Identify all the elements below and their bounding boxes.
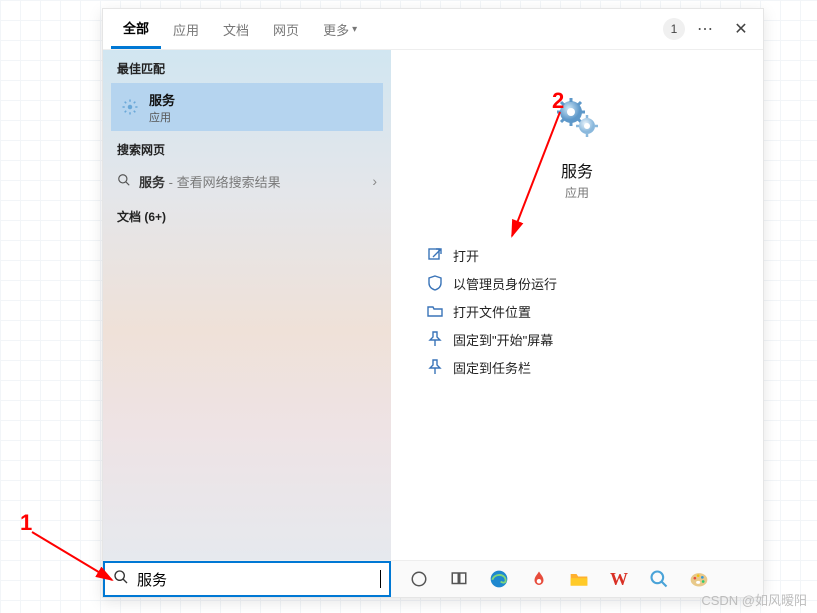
- tab-more[interactable]: 更多 ▾: [311, 9, 369, 49]
- tab-apps[interactable]: 应用: [161, 9, 211, 49]
- wps-icon[interactable]: W: [609, 569, 629, 589]
- web-search-term: 服务: [139, 175, 165, 190]
- watermark: CSDN @如风暧阳: [701, 590, 807, 609]
- web-search-desc: - 查看网络搜索结果: [165, 175, 281, 190]
- search-window: 全部 应用 文档 网页 更多 ▾ 1 ⋯ ✕ 最佳匹配 服务 应用: [102, 8, 764, 598]
- tab-web[interactable]: 网页: [261, 9, 311, 49]
- action-label: 以管理员身份运行: [453, 274, 557, 293]
- edge-icon[interactable]: [489, 569, 509, 589]
- pin-icon: [427, 359, 443, 375]
- annotation-2: 2: [552, 88, 564, 114]
- tab-all[interactable]: 全部: [111, 9, 161, 49]
- notification-badge[interactable]: 1: [663, 18, 685, 40]
- action-pin-start[interactable]: 固定到"开始"屏幕: [421, 325, 763, 353]
- search-box[interactable]: [103, 561, 391, 597]
- close-button[interactable]: ✕: [725, 13, 757, 45]
- search-input[interactable]: [135, 570, 374, 589]
- action-label: 打开文件位置: [453, 302, 531, 321]
- web-search-header: 搜索网页: [103, 131, 391, 164]
- tab-documents[interactable]: 文档: [211, 9, 261, 49]
- search-tabs: 全部 应用 文档 网页 更多 ▾ 1 ⋯ ✕: [103, 9, 763, 49]
- paint-icon[interactable]: [689, 569, 709, 589]
- pin-icon: [427, 331, 443, 347]
- annotation-1: 1: [20, 510, 32, 536]
- action-list: 打开 以管理员身份运行 打开文件位置 固定到"开始"屏幕 固定到任务栏: [391, 241, 763, 381]
- action-label: 固定到"开始"屏幕: [453, 330, 553, 349]
- folder-icon: [427, 303, 443, 319]
- detail-subtitle: 应用: [565, 184, 589, 201]
- documents-header[interactable]: 文档 (6+): [103, 198, 391, 231]
- bottom-bar: W: [103, 560, 763, 597]
- best-match-header: 最佳匹配: [103, 50, 391, 83]
- more-options-icon[interactable]: ⋯: [693, 19, 717, 39]
- action-open[interactable]: 打开: [421, 241, 763, 269]
- cortana-icon[interactable]: [409, 569, 429, 589]
- detail-panel: 服务 应用 打开 以管理员身份运行 打开文件位置 固定到"开始"屏幕: [391, 50, 763, 560]
- chevron-down-icon: ▾: [352, 24, 357, 35]
- magnifier-icon[interactable]: [649, 569, 669, 589]
- web-search-item[interactable]: 服务 - 查看网络搜索结果 ›: [103, 164, 391, 198]
- tab-more-label: 更多: [323, 20, 349, 39]
- best-match-item[interactable]: 服务 应用: [111, 83, 383, 131]
- chevron-right-icon: ›: [372, 173, 377, 189]
- best-match-title: 服务: [149, 90, 175, 109]
- action-open-location[interactable]: 打开文件位置: [421, 297, 763, 325]
- action-label: 固定到任务栏: [453, 358, 531, 377]
- fire-icon[interactable]: [529, 569, 549, 589]
- open-icon: [427, 247, 443, 263]
- gear-icon: [121, 98, 139, 116]
- text-caret: [380, 570, 381, 588]
- shield-icon: [427, 275, 443, 291]
- task-view-icon[interactable]: [449, 569, 469, 589]
- search-icon: [117, 173, 131, 190]
- results-panel: 最佳匹配 服务 应用 搜索网页 服务 - 查看网络搜索结果: [103, 50, 391, 560]
- folder-app-icon[interactable]: [569, 569, 589, 589]
- action-run-as-admin[interactable]: 以管理员身份运行: [421, 269, 763, 297]
- best-match-subtitle: 应用: [149, 109, 175, 125]
- action-pin-taskbar[interactable]: 固定到任务栏: [421, 353, 763, 381]
- action-label: 打开: [453, 246, 479, 265]
- detail-title: 服务: [561, 158, 593, 182]
- search-icon: [113, 569, 129, 590]
